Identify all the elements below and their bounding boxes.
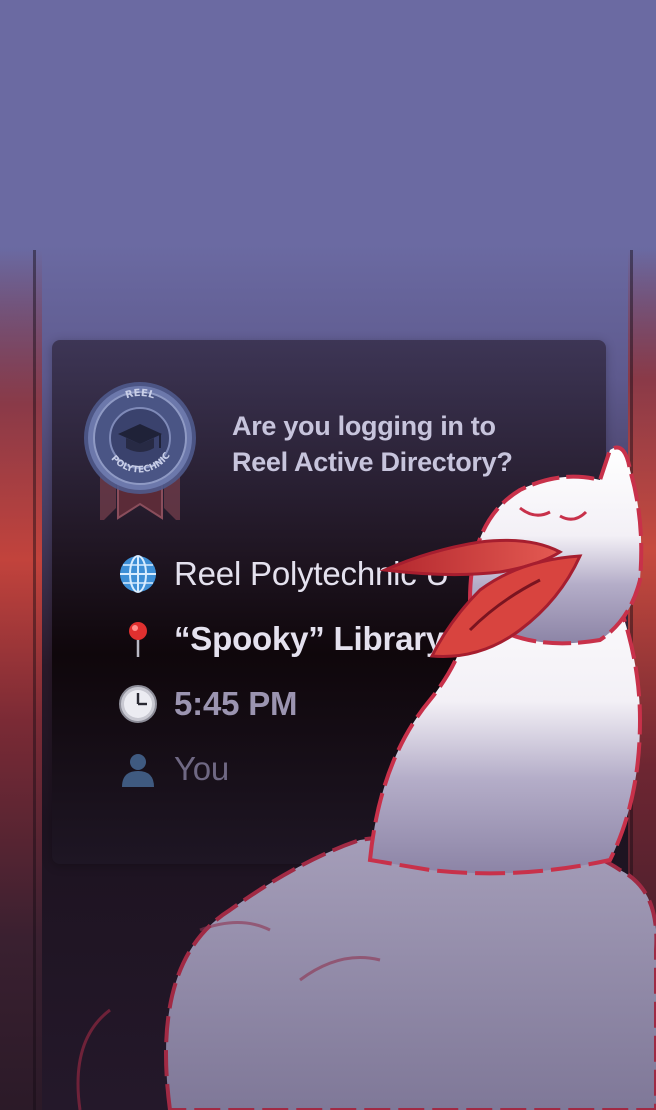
organization-text: Reel Polytechnic U	[174, 555, 450, 592]
question-line-2: Reel Active Directory?	[232, 447, 513, 477]
reel-polytechnic-seal-icon: REEL POLYTECHNIC	[84, 382, 196, 520]
user-text: You	[174, 750, 230, 787]
pushpin-icon	[118, 619, 158, 659]
detail-row-time: 5:45 PM	[118, 681, 298, 727]
detail-row-user: You	[118, 746, 229, 792]
login-question: Are you logging in to Reel Active Direct…	[232, 408, 572, 480]
time-text: 5:45 PM	[174, 685, 298, 722]
right-wall-edge	[628, 250, 656, 1110]
question-line-1: Are you logging in to	[232, 411, 496, 441]
detail-row-organization: Reel Polytechnic U	[118, 551, 449, 597]
person-icon	[118, 749, 158, 789]
left-wall-edge	[0, 250, 42, 1110]
login-prompt-card: REEL POLYTECHNIC Are you logging in to R…	[52, 340, 606, 864]
clock-icon	[118, 684, 158, 724]
globe-icon	[118, 554, 158, 594]
location-text: “Spooky” Library	[174, 620, 445, 657]
detail-row-location: “Spooky” Library	[118, 616, 444, 662]
background-scene: REEL POLYTECHNIC Are you logging in to R…	[0, 0, 656, 1110]
